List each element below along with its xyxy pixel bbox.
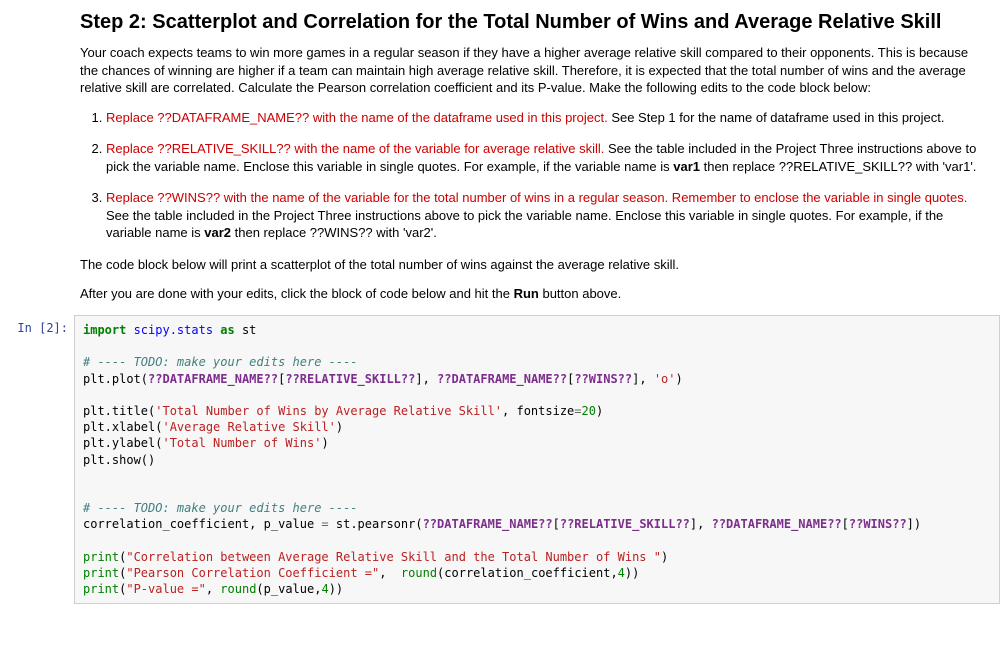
code-text: correlation_coefficient, p_value xyxy=(83,517,321,531)
comment: # ---- TODO: make your edits here ---- xyxy=(83,355,358,369)
placeholder: ??DATAFRAME_NAME?? xyxy=(712,517,842,531)
scatter-note: The code block below will print a scatte… xyxy=(80,256,986,274)
string-literal: 'o' xyxy=(654,372,676,386)
instruction-red: Replace ??RELATIVE_SKILL?? with the name… xyxy=(106,141,604,156)
section-heading: Step 2: Scatterplot and Correlation for … xyxy=(80,10,986,34)
code-text: plt.plot( xyxy=(83,372,148,386)
builtin-fn: round xyxy=(220,582,256,596)
code-text: ], xyxy=(632,372,654,386)
number-literal: 20 xyxy=(582,404,596,418)
code-text: st.pearsonr( xyxy=(329,517,423,531)
number-literal: 4 xyxy=(618,566,625,580)
code-text: , xyxy=(379,566,401,580)
string-literal: "Correlation between Average Relative Sk… xyxy=(126,550,661,564)
instruction-tail: See Step 1 for the name of dataframe use… xyxy=(608,110,945,125)
var-name: var2 xyxy=(204,225,231,240)
code-text: (p_value, xyxy=(256,582,321,596)
number-literal: 4 xyxy=(321,582,328,596)
code-text: plt.title( xyxy=(83,404,155,418)
string-literal: "P-value =" xyxy=(126,582,205,596)
var-name: var1 xyxy=(673,159,700,174)
code-text: plt.show() xyxy=(83,453,155,467)
code-text: ) xyxy=(321,436,328,450)
code-text: plt.ylabel( xyxy=(83,436,162,450)
markdown-cell: Step 2: Scatterplot and Correlation for … xyxy=(80,0,986,303)
list-item: Replace ??RELATIVE_SKILL?? with the name… xyxy=(106,140,986,175)
code-text: ) xyxy=(676,372,683,386)
list-item: Replace ??WINS?? with the name of the va… xyxy=(106,189,986,242)
instruction-tail: then replace ??RELATIVE_SKILL?? with 'va… xyxy=(700,159,976,174)
code-text: ) xyxy=(336,420,343,434)
builtin-fn: print xyxy=(83,550,119,564)
comment: # ---- TODO: make your edits here ---- xyxy=(83,501,358,515)
instruction-red: Replace ??WINS?? with the name of the va… xyxy=(106,190,967,205)
code-text: ]) xyxy=(907,517,921,531)
run-note-a: After you are done with your edits, clic… xyxy=(80,286,514,301)
kw-as: as xyxy=(220,323,234,337)
run-word: Run xyxy=(514,286,539,301)
string-literal: 'Total Number of Wins' xyxy=(162,436,321,450)
placeholder: ??RELATIVE_SKILL?? xyxy=(560,517,690,531)
code-text: ) xyxy=(596,404,603,418)
placeholder: ??WINS?? xyxy=(849,517,907,531)
run-note-b: button above. xyxy=(539,286,621,301)
placeholder: ??RELATIVE_SKILL?? xyxy=(285,372,415,386)
placeholder: ??WINS?? xyxy=(574,372,632,386)
module-name: scipy.stats xyxy=(126,323,220,337)
string-literal: "Pearson Correlation Coefficient =" xyxy=(126,566,379,580)
placeholder: ??DATAFRAME_NAME?? xyxy=(148,372,278,386)
string-literal: 'Average Relative Skill' xyxy=(162,420,335,434)
code-cell-row: In [2]: import scipy.stats as st # ---- … xyxy=(0,315,1006,604)
operator: = xyxy=(574,404,581,418)
notebook: Step 2: Scatterplot and Correlation for … xyxy=(0,0,1006,604)
code-text: )) xyxy=(329,582,343,596)
code-text: [ xyxy=(553,517,560,531)
code-text: [ xyxy=(842,517,849,531)
intro-paragraph: Your coach expects teams to win more gam… xyxy=(80,44,986,97)
input-prompt: In [2]: xyxy=(0,315,74,336)
code-text: (correlation_coefficient, xyxy=(437,566,618,580)
kw-import: import xyxy=(83,323,126,337)
builtin-fn: print xyxy=(83,566,119,580)
code-cell[interactable]: import scipy.stats as st # ---- TODO: ma… xyxy=(74,315,1000,604)
code-text: plt.xlabel( xyxy=(83,420,162,434)
alias-name: st xyxy=(235,323,257,337)
code-text: )) xyxy=(625,566,639,580)
instruction-tail: then replace ??WINS?? with 'var2'. xyxy=(231,225,437,240)
run-note: After you are done with your edits, clic… xyxy=(80,285,986,303)
placeholder: ??DATAFRAME_NAME?? xyxy=(423,517,553,531)
code-text: ) xyxy=(661,550,668,564)
code-text: , xyxy=(206,582,220,596)
placeholder: ??DATAFRAME_NAME?? xyxy=(437,372,567,386)
code-text: ], xyxy=(415,372,437,386)
code-text: , fontsize xyxy=(502,404,574,418)
operator: = xyxy=(321,517,328,531)
builtin-fn: round xyxy=(401,566,437,580)
instruction-red: Replace ??DATAFRAME_NAME?? with the name… xyxy=(106,110,608,125)
code-text: ], xyxy=(690,517,712,531)
instruction-list: Replace ??DATAFRAME_NAME?? with the name… xyxy=(80,109,986,242)
builtin-fn: print xyxy=(83,582,119,596)
list-item: Replace ??DATAFRAME_NAME?? with the name… xyxy=(106,109,986,127)
string-literal: 'Total Number of Wins by Average Relativ… xyxy=(155,404,502,418)
